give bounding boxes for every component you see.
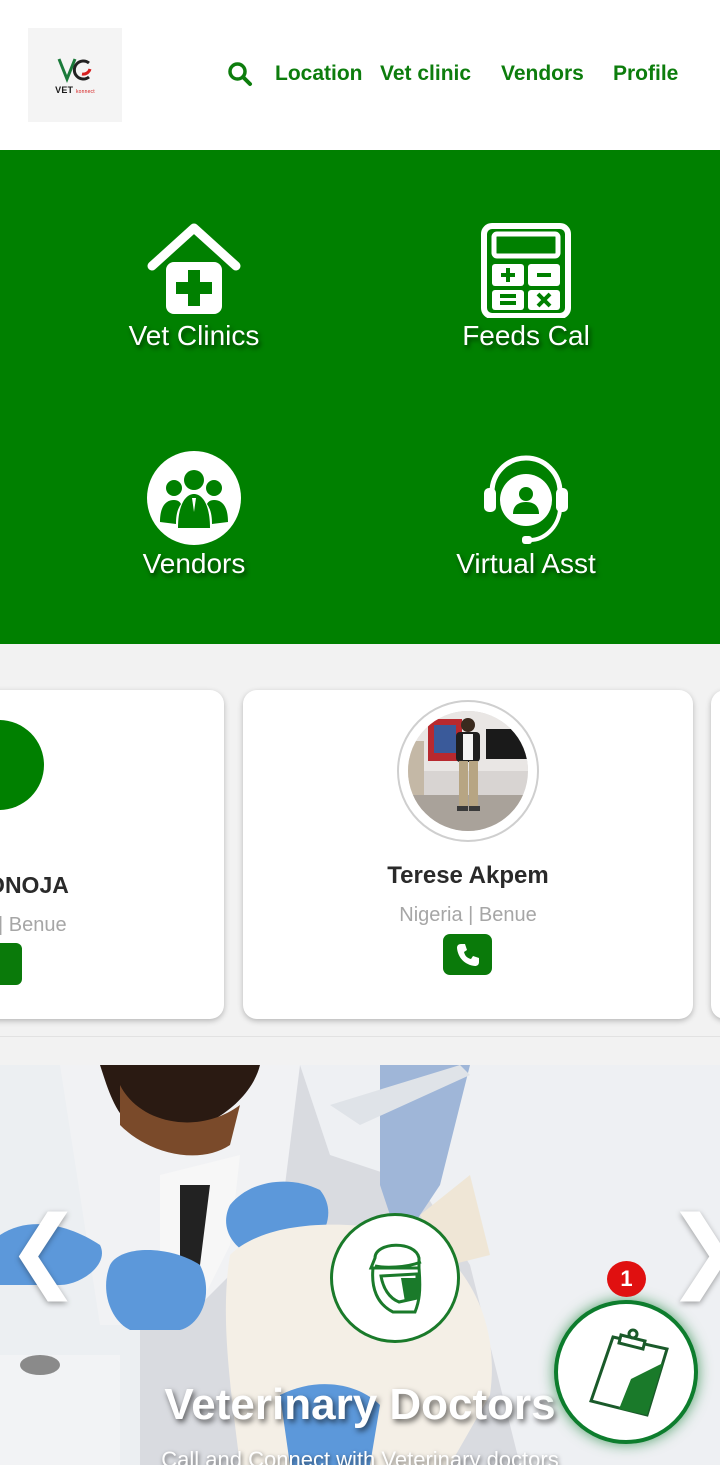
- clinic-house-icon: [144, 220, 244, 320]
- feature-label: Vendors: [142, 548, 246, 579]
- call-button[interactable]: [443, 934, 492, 975]
- top-nav: Location Vet clinic Vendors Profile: [224, 56, 684, 92]
- vet-card[interactable]: CT ONOJA | Benue: [0, 690, 224, 1019]
- notification-badge: 1: [607, 1261, 646, 1297]
- avatar-photo: [408, 711, 528, 831]
- feature-label: Vet Clinics: [128, 320, 260, 351]
- feature-label: Feeds Cal: [462, 320, 590, 351]
- vet-location: Nigeria | Benue: [399, 904, 537, 926]
- logo-text: VET konnect: [55, 85, 95, 95]
- nav-profile[interactable]: Profile: [613, 62, 678, 86]
- doctor-mask-icon: [330, 1213, 460, 1343]
- phone-icon: [456, 943, 479, 966]
- section-divider: [0, 1036, 720, 1065]
- avatar: [0, 720, 44, 810]
- hero-subtitle: Call and Connect with Veterinary doctors: [161, 1447, 559, 1465]
- nav-vendors[interactable]: Vendors: [501, 62, 584, 86]
- next-slide-button[interactable]: ❯: [666, 1205, 720, 1295]
- clipboard-icon: [589, 1328, 669, 1417]
- headset-assistant-icon: [476, 448, 576, 548]
- logo-mark-icon: [57, 58, 92, 84]
- call-button[interactable]: [0, 943, 22, 985]
- feature-grid: Vet Clinics Feeds Cal Vendors Virtual As…: [0, 150, 720, 644]
- vet-cards-carousel[interactable]: CT ONOJA | Benue: [0, 644, 720, 1036]
- vet-card[interactable]: [711, 690, 720, 1019]
- nav-vet-clinic[interactable]: Vet clinic: [380, 62, 471, 86]
- calculator-icon: [476, 220, 576, 320]
- feature-vet-clinics[interactable]: Vet Clinics: [74, 220, 314, 380]
- feature-virtual-asst[interactable]: Virtual Asst: [406, 448, 646, 608]
- app-header: VET konnect Location Vet clinic Vendors …: [0, 0, 720, 150]
- vendors-group-icon: [144, 448, 244, 548]
- clipboard-fab-button[interactable]: [554, 1300, 698, 1444]
- prev-slide-button[interactable]: ❮: [6, 1205, 81, 1295]
- logo[interactable]: VET konnect: [28, 28, 122, 122]
- feature-vendors[interactable]: Vendors: [74, 448, 314, 608]
- feature-feeds-cal[interactable]: Feeds Cal: [406, 220, 646, 380]
- vet-card[interactable]: Terese Akpem Nigeria | Benue: [243, 690, 693, 1019]
- vet-name: CT ONOJA: [0, 872, 69, 898]
- search-button[interactable]: [224, 58, 256, 90]
- nav-location[interactable]: Location: [275, 62, 363, 86]
- feature-label: Virtual Asst: [456, 548, 596, 579]
- search-icon: [228, 62, 252, 86]
- vet-location: | Benue: [0, 914, 67, 936]
- avatar: [397, 700, 539, 842]
- vet-name: Terese Akpem: [387, 862, 549, 889]
